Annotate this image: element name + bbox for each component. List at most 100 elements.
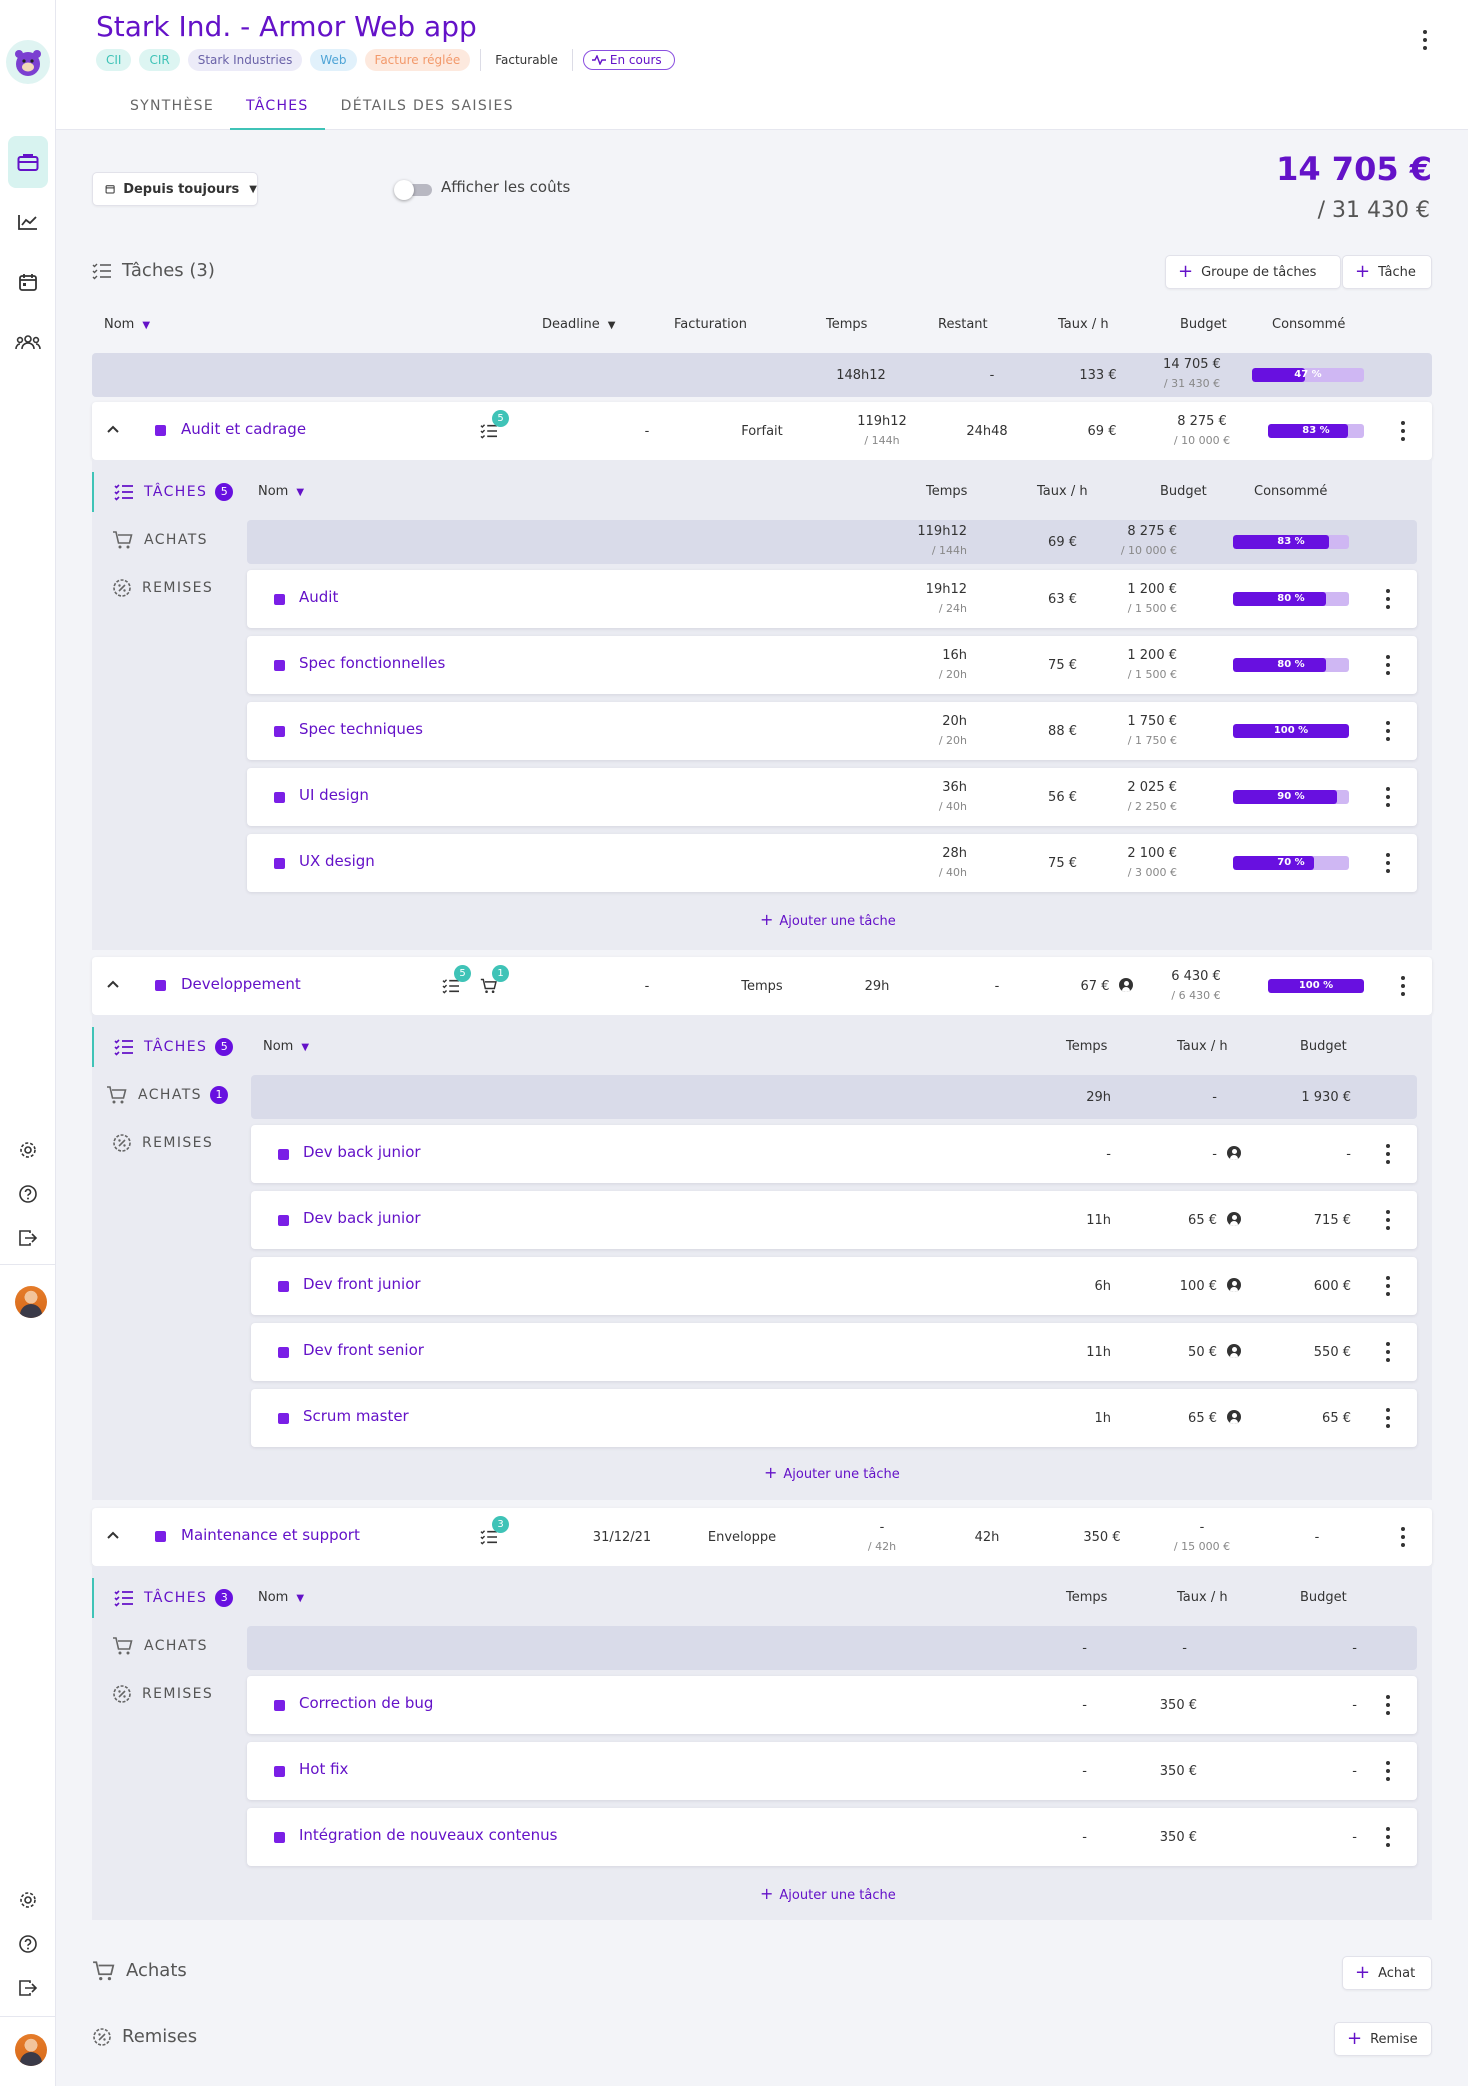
task-name[interactable]: Scrum master — [303, 1407, 409, 1425]
task-name[interactable]: Audit — [299, 588, 338, 606]
col-deadline[interactable]: Deadline ▼ — [542, 317, 615, 332]
task-row[interactable]: UX design 28h/ 40h 75 € 2 100 €/ 3 000 €… — [247, 834, 1417, 892]
tab-taches[interactable]: TÂCHES — [229, 96, 325, 130]
group-name[interactable]: Developpement — [181, 975, 301, 993]
task-kebab-icon[interactable] — [1385, 1408, 1391, 1428]
task-group-row[interactable]: Audit et cadrage 5 - Forfait 119h12/ 144… — [92, 402, 1432, 460]
chevron-up-icon[interactable] — [106, 424, 120, 434]
sub-col-name[interactable]: Nom ▼ — [263, 1039, 309, 1054]
task-kebab-icon[interactable] — [1385, 1144, 1391, 1164]
tab-details[interactable]: DÉTAILS DES SAISIES — [325, 96, 530, 130]
subtab-discounts[interactable]: REMISES — [92, 1674, 242, 1714]
period-select[interactable]: Depuis toujours ▼ — [92, 172, 258, 206]
sidebar-item-help-bottom[interactable] — [0, 1932, 56, 1956]
tag-invoice[interactable]: Facture réglée — [364, 49, 471, 71]
task-kebab-icon[interactable] — [1385, 1210, 1391, 1230]
project-menu-kebab-icon[interactable] — [1422, 30, 1428, 50]
sidebar-item-logout[interactable] — [0, 1226, 56, 1250]
task-row[interactable]: Scrum master 1h 65 € 65 € — [251, 1389, 1417, 1447]
task-name[interactable]: Spec techniques — [299, 720, 423, 738]
task-name[interactable]: Dev front junior — [303, 1275, 421, 1293]
task-row[interactable]: Dev front junior 6h 100 € 600 € — [251, 1257, 1417, 1315]
task-name[interactable]: Correction de bug — [299, 1694, 433, 1712]
task-kebab-icon[interactable] — [1385, 721, 1391, 741]
task-row[interactable]: Dev back junior - - - — [251, 1125, 1417, 1183]
group-name[interactable]: Audit et cadrage — [181, 420, 306, 438]
task-kebab-icon[interactable] — [1385, 589, 1391, 609]
task-group-row[interactable]: Maintenance et support 3 31/12/21 Envelo… — [92, 1508, 1432, 1566]
subtab-purchases[interactable]: ACHATS — [92, 1626, 242, 1666]
avatar-bottom[interactable] — [15, 2034, 47, 2066]
task-kebab-icon[interactable] — [1385, 1761, 1391, 1781]
task-name[interactable]: Spec fonctionnelles — [299, 654, 445, 672]
add-purchase-button[interactable]: + Achat — [1342, 1956, 1432, 1990]
task-kebab-icon[interactable] — [1385, 1276, 1391, 1296]
add-task-group-button[interactable]: + Groupe de tâches — [1165, 255, 1341, 289]
task-kebab-icon[interactable] — [1385, 1827, 1391, 1847]
task-row[interactable]: Spec techniques 20h/ 20h 88 € 1 750 €/ 1… — [247, 702, 1417, 760]
gear-icon — [20, 1142, 36, 1158]
chevron-up-icon[interactable] — [106, 979, 120, 989]
task-row[interactable]: Hot fix - 350 € - — [247, 1742, 1417, 1800]
task-name[interactable]: Dev back junior — [303, 1143, 421, 1161]
sub-col-name[interactable]: Nom ▼ — [258, 1590, 304, 1605]
tab-synthese[interactable]: SYNTHÈSE — [114, 96, 230, 130]
task-name[interactable]: Hot fix — [299, 1760, 348, 1778]
show-costs-toggle[interactable] — [394, 180, 434, 200]
task-kebab-icon[interactable] — [1385, 655, 1391, 675]
add-task-button[interactable]: + Tâche — [1342, 255, 1432, 289]
task-row[interactable]: Dev front senior 11h 50 € 550 € — [251, 1323, 1417, 1381]
subtab-discounts[interactable]: REMISES — [92, 1123, 242, 1163]
add-task-link[interactable]: + Ajouter une tâche — [760, 910, 896, 929]
sidebar-item-help[interactable] — [0, 1182, 56, 1206]
sub-col-name[interactable]: Nom ▼ — [258, 484, 304, 499]
status-badge[interactable]: En cours — [582, 50, 675, 70]
task-name[interactable]: Intégration de nouveaux contenus — [299, 1826, 557, 1844]
tag-cir[interactable]: CIR — [139, 49, 180, 71]
avatar[interactable] — [15, 1286, 47, 1318]
group-name[interactable]: Maintenance et support — [181, 1526, 360, 1544]
group-kebab-icon[interactable] — [1400, 1527, 1406, 1547]
chevron-up-icon[interactable] — [106, 1530, 120, 1540]
task-time: 28h/ 40h — [938, 846, 967, 879]
task-row[interactable]: UI design 36h/ 40h 56 € 2 025 €/ 2 250 €… — [247, 768, 1417, 826]
sidebar-item-team[interactable] — [0, 328, 56, 356]
sidebar-item-settings[interactable] — [0, 1138, 56, 1162]
tag-cii[interactable]: CII — [96, 49, 132, 71]
task-kebab-icon[interactable] — [1385, 1342, 1391, 1362]
task-name[interactable]: Dev back junior — [303, 1209, 421, 1227]
task-row[interactable]: Intégration de nouveaux contenus - 350 €… — [247, 1808, 1417, 1866]
subtab-discounts[interactable]: REMISES — [92, 568, 242, 608]
sidebar-item-projects[interactable] — [0, 148, 56, 176]
add-discount-button[interactable]: + Remise — [1334, 2022, 1432, 2056]
task-name[interactable]: Dev front senior — [303, 1341, 424, 1359]
task-row[interactable]: Audit 19h12/ 24h 63 € 1 200 €/ 1 500 € 8… — [247, 570, 1417, 628]
sidebar-item-settings-bottom[interactable] — [0, 1888, 56, 1912]
task-kebab-icon[interactable] — [1385, 787, 1391, 807]
col-name[interactable]: Nom ▼ — [104, 317, 150, 332]
subtab-purchases[interactable]: ACHATS — [92, 520, 242, 560]
task-group-row[interactable]: Developpement 5 1 - Temps 29h - 67 € 6 4… — [92, 957, 1432, 1015]
task-kebab-icon[interactable] — [1385, 853, 1391, 873]
discount-icon — [113, 579, 131, 597]
add-task-link[interactable]: + Ajouter une tâche — [760, 1884, 896, 1903]
sidebar-item-logout-bottom[interactable] — [0, 1976, 56, 2000]
task-row[interactable]: Spec fonctionnelles 16h/ 20h 75 € 1 200 … — [247, 636, 1417, 694]
add-task-link[interactable]: + Ajouter une tâche — [764, 1463, 900, 1482]
subtab-tasks[interactable]: TÂCHES 3 — [92, 1578, 242, 1618]
task-kebab-icon[interactable] — [1385, 1695, 1391, 1715]
group-kebab-icon[interactable] — [1400, 976, 1406, 996]
group-kebab-icon[interactable] — [1400, 421, 1406, 441]
subtab-tasks[interactable]: TÂCHES 5 — [92, 472, 242, 512]
tag-client[interactable]: Stark Industries — [187, 49, 303, 71]
app-logo[interactable] — [6, 40, 50, 84]
task-name[interactable]: UI design — [299, 786, 369, 804]
tag-web[interactable]: Web — [310, 49, 357, 71]
sidebar-item-stats[interactable] — [0, 208, 56, 236]
task-name[interactable]: UX design — [299, 852, 375, 870]
task-row[interactable]: Correction de bug - 350 € - — [247, 1676, 1417, 1734]
subtab-purchases[interactable]: ACHATS 1 — [92, 1075, 242, 1115]
sidebar-item-calendar[interactable] — [0, 268, 56, 296]
subtab-tasks[interactable]: TÂCHES 5 — [92, 1027, 242, 1067]
task-row[interactable]: Dev back junior 11h 65 € 715 € — [251, 1191, 1417, 1249]
